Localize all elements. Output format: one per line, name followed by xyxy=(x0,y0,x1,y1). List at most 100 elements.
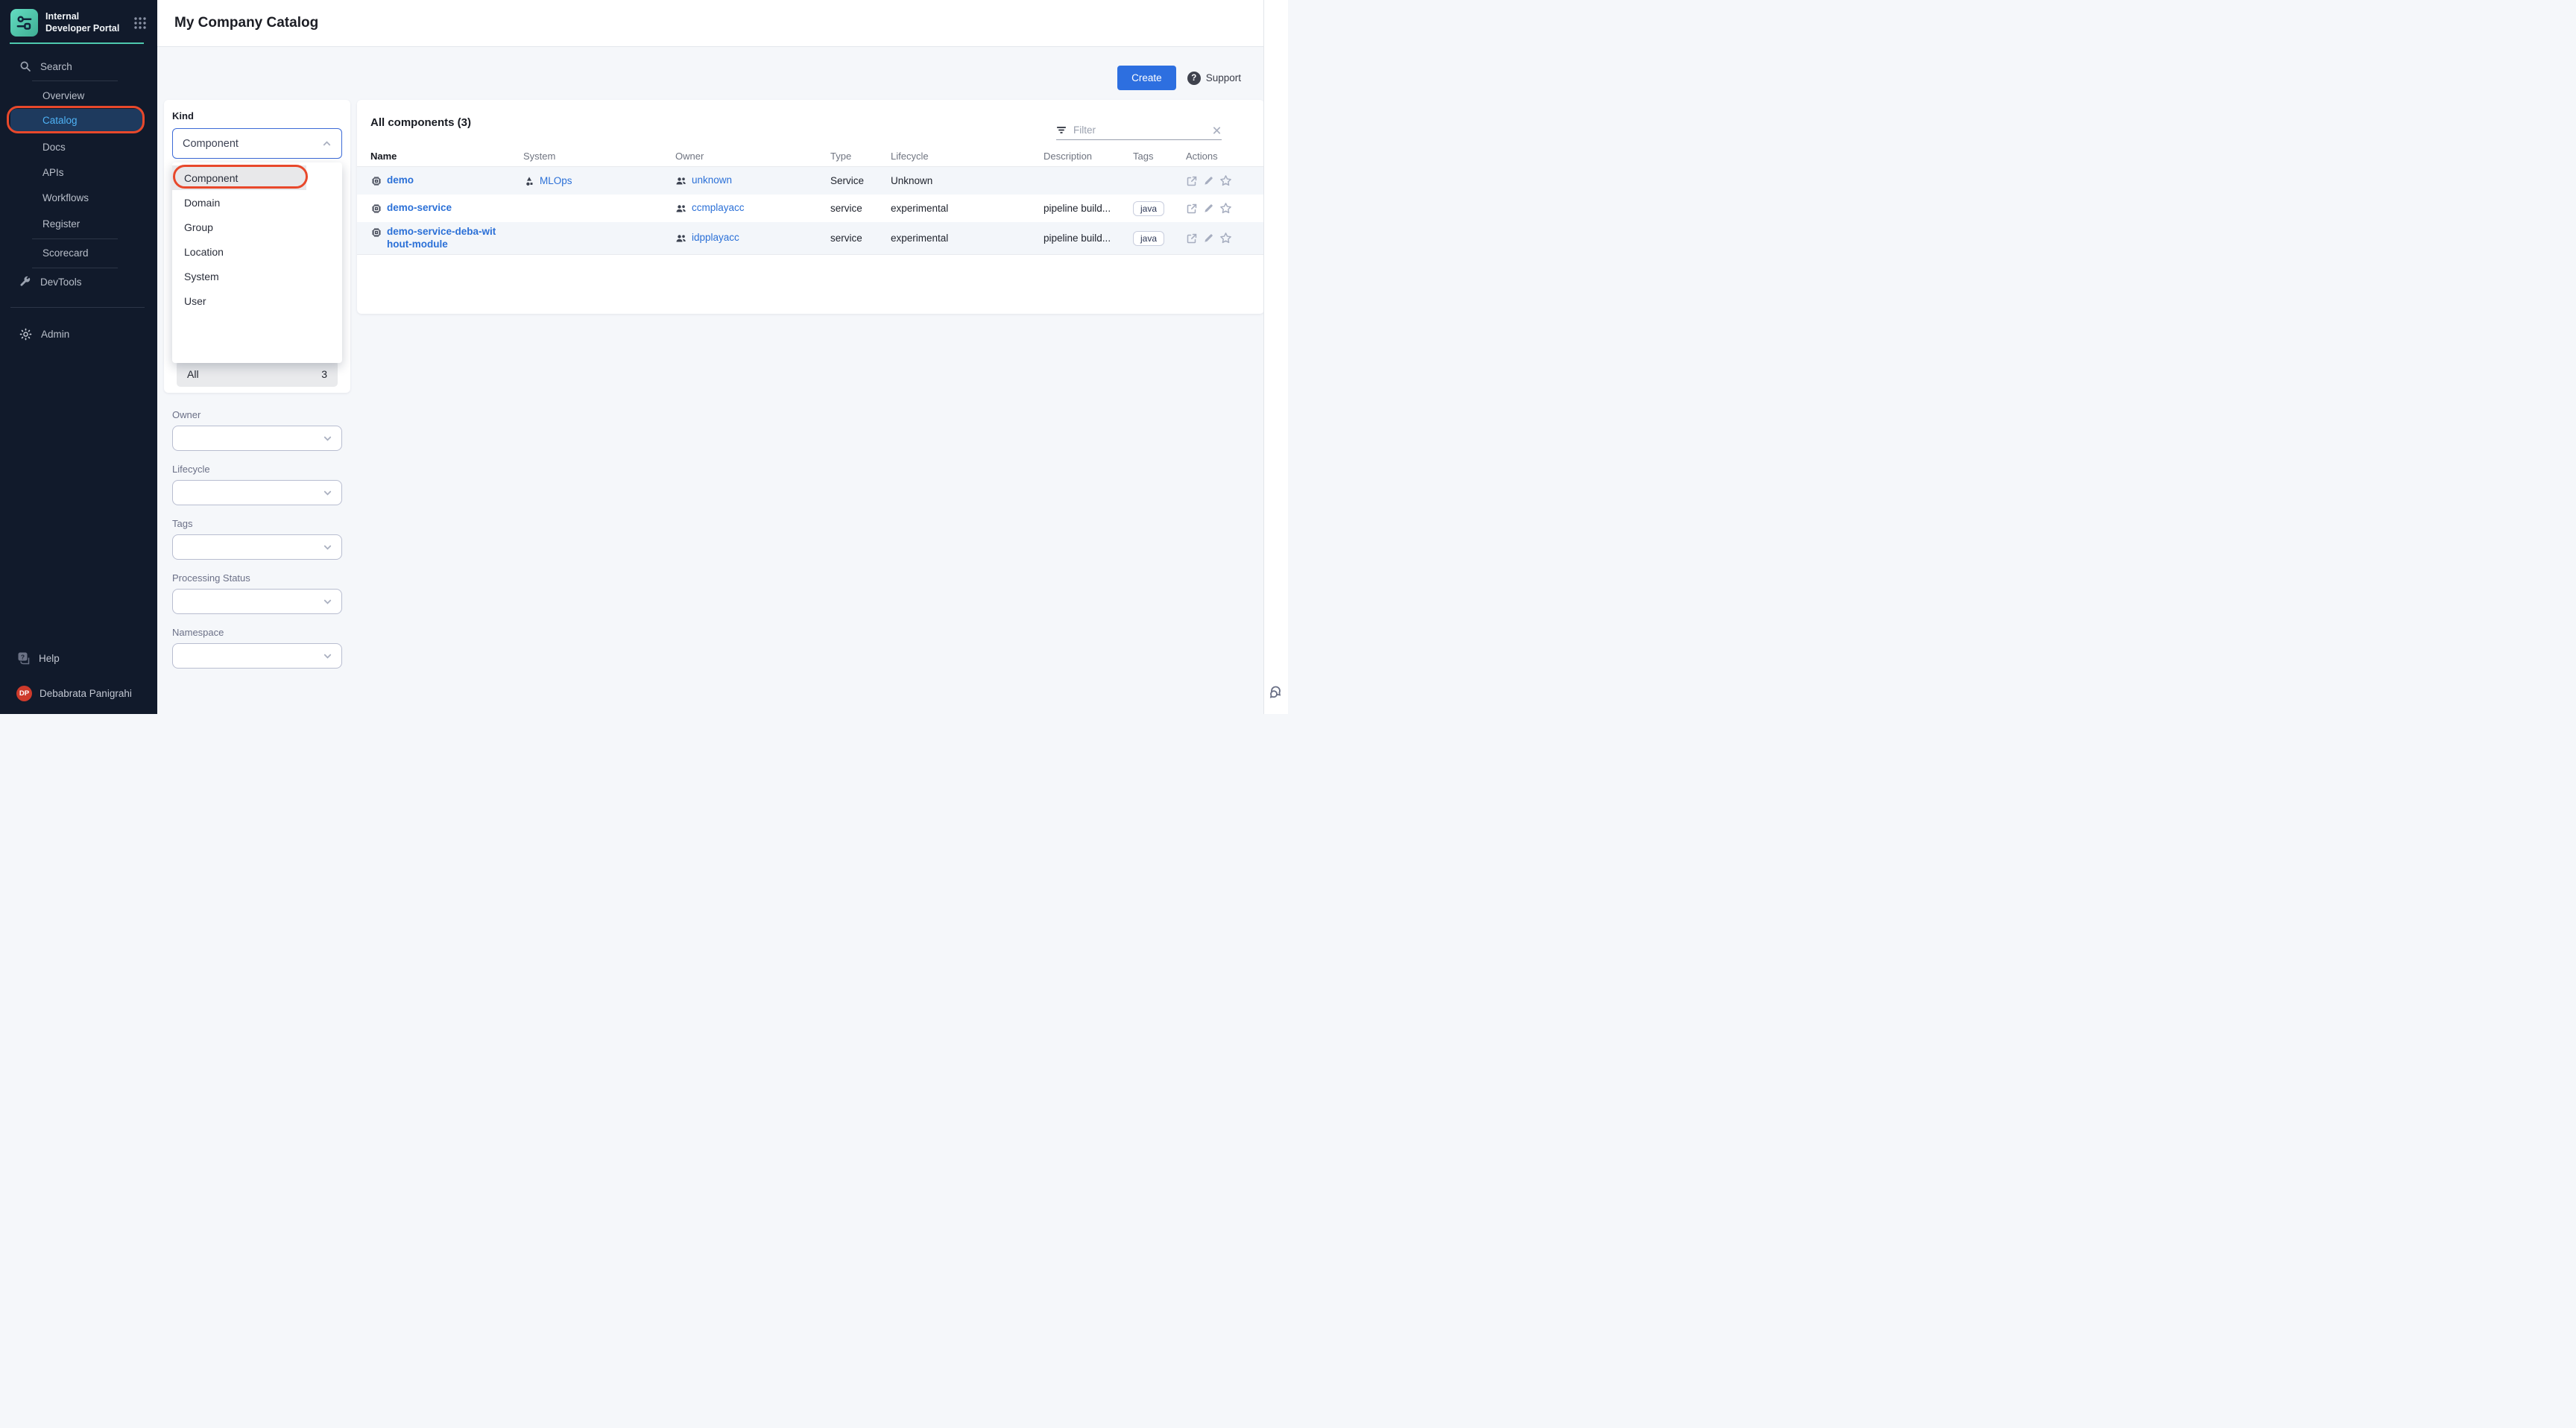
table-row: demo-service ccmplayacc service experime… xyxy=(357,195,1264,222)
user-name: Debabrata Panigrahi xyxy=(40,688,132,699)
chevron-down-icon xyxy=(323,543,332,552)
create-button[interactable]: Create xyxy=(1117,66,1176,90)
column-header-lifecycle[interactable]: Lifecycle xyxy=(891,151,1044,162)
table-row: demo-service-deba-wit hout-module idppla… xyxy=(357,222,1264,255)
star-icon[interactable] xyxy=(1219,202,1232,215)
portal-title: Internal Developer Portal xyxy=(45,11,126,34)
page-title: My Company Catalog xyxy=(174,15,318,31)
table-title: All components (3) xyxy=(370,116,471,129)
cell-lifecycle: experimental xyxy=(891,233,1044,244)
divider xyxy=(10,307,145,308)
column-header-name[interactable]: Name xyxy=(370,151,523,162)
tags-select[interactable] xyxy=(172,534,342,560)
sidebar-item-workflows[interactable]: Workflows xyxy=(10,188,142,207)
sidebar-item-catalog[interactable]: Catalog xyxy=(10,109,142,131)
table-filter xyxy=(1056,121,1222,140)
chevron-down-icon xyxy=(323,651,332,661)
entity-link[interactable]: demo xyxy=(387,174,414,186)
edit-pencil-icon[interactable] xyxy=(1203,233,1214,244)
processing-status-label: Processing Status xyxy=(172,572,342,584)
kind-select[interactable]: Component xyxy=(172,128,342,159)
support-button[interactable]: ? Support xyxy=(1187,72,1241,85)
owner-link[interactable]: idpplayacc xyxy=(692,232,739,243)
open-in-new-icon[interactable] xyxy=(1186,233,1198,244)
column-header-system[interactable]: System xyxy=(523,151,675,162)
kind-option-user[interactable]: User xyxy=(172,288,342,313)
column-header-description[interactable]: Description xyxy=(1044,151,1133,162)
group-icon xyxy=(675,175,687,187)
sidebar-item-scorecard[interactable]: Scorecard xyxy=(10,243,142,262)
star-icon[interactable] xyxy=(1219,174,1232,187)
owner-link[interactable]: ccmplayacc xyxy=(692,202,745,213)
sidebar-item-help[interactable]: ? Help xyxy=(10,651,60,666)
all-count: 3 xyxy=(321,368,327,380)
cell-type: service xyxy=(830,203,891,214)
divider xyxy=(32,238,118,239)
owner-label: Owner xyxy=(172,409,342,420)
kind-option-location[interactable]: Location xyxy=(172,239,342,264)
my-company-all-row[interactable]: All 3 xyxy=(177,361,338,387)
processing-status-select[interactable] xyxy=(172,589,342,614)
namespace-select[interactable] xyxy=(172,643,342,669)
sidebar-item-label: DevTools xyxy=(40,277,82,288)
edit-pencil-icon[interactable] xyxy=(1203,203,1214,214)
sidebar-item-docs[interactable]: Docs xyxy=(10,137,142,157)
open-in-new-icon[interactable] xyxy=(1186,203,1198,215)
tag-chip[interactable]: java xyxy=(1133,231,1164,246)
topbar: My Company Catalog xyxy=(157,0,1263,47)
divider xyxy=(32,80,118,81)
cell-lifecycle: Unknown xyxy=(891,175,1044,186)
tag-chip[interactable]: java xyxy=(1133,201,1164,216)
entity-link[interactable]: demo-service-deba-wit hout-module xyxy=(387,226,506,251)
sidebar-item-devtools[interactable]: DevTools xyxy=(10,272,142,291)
kind-option-component[interactable]: Component xyxy=(172,165,306,190)
components-table-card: All components (3) Name System Owner Typ… xyxy=(357,100,1264,314)
open-in-new-icon[interactable] xyxy=(1186,175,1198,187)
clear-filter-icon[interactable] xyxy=(1212,125,1222,136)
filter-group-tags: Tags xyxy=(172,518,342,560)
group-icon xyxy=(675,233,687,244)
chevron-down-icon xyxy=(323,488,332,498)
svg-text:?: ? xyxy=(21,654,25,661)
column-header-tags[interactable]: Tags xyxy=(1133,151,1186,162)
apps-grid-icon[interactable] xyxy=(133,16,147,30)
star-icon[interactable] xyxy=(1219,232,1232,244)
kind-option-system[interactable]: System xyxy=(172,264,342,288)
owner-link[interactable]: unknown xyxy=(692,174,732,186)
search-icon xyxy=(19,60,31,72)
logo-row[interactable]: Internal Developer Portal xyxy=(10,9,147,37)
column-header-type[interactable]: Type xyxy=(830,151,891,162)
sidebar-item-overview[interactable]: Overview xyxy=(10,86,142,105)
column-header-owner[interactable]: Owner xyxy=(675,151,830,162)
sidebar-item-label: Workflows xyxy=(42,192,89,203)
kind-option-domain[interactable]: Domain xyxy=(172,190,342,215)
actions-row: Create ? Support xyxy=(1117,66,1241,90)
sidebar-accent-divider xyxy=(10,42,144,44)
namespace-label: Namespace xyxy=(172,627,342,638)
edit-pencil-icon[interactable] xyxy=(1203,175,1214,186)
group-icon xyxy=(675,203,687,215)
table-filter-input[interactable] xyxy=(1073,124,1205,136)
sidebar-item-admin[interactable]: Admin xyxy=(10,324,142,344)
component-chip-icon xyxy=(370,227,382,238)
filter-group-lifecycle: Lifecycle xyxy=(172,464,342,505)
kind-label: Kind xyxy=(172,110,194,121)
cell-description: pipeline build... xyxy=(1044,203,1133,214)
avatar: DP xyxy=(16,686,32,701)
entity-link[interactable]: demo-service xyxy=(387,202,452,213)
tags-label: Tags xyxy=(172,518,342,529)
sidebar-item-apis[interactable]: APIs xyxy=(10,162,142,182)
owner-select[interactable] xyxy=(172,426,342,451)
sidebar-item-register[interactable]: Register xyxy=(10,214,142,233)
sidebar-item-label: Register xyxy=(42,218,80,230)
system-link[interactable]: MLOps xyxy=(540,175,572,186)
user-menu[interactable]: DP Debabrata Panigrahi xyxy=(10,686,132,701)
lifecycle-select[interactable] xyxy=(172,480,342,505)
right-rail xyxy=(1263,0,1288,714)
sidebar: Internal Developer Portal Search Overvie… xyxy=(0,0,157,714)
sidebar-item-search[interactable]: Search xyxy=(10,57,142,76)
chat-bubbles-icon[interactable] xyxy=(1268,683,1286,701)
sidebar-item-label: Scorecard xyxy=(42,247,89,259)
gear-icon xyxy=(19,328,32,341)
kind-option-group[interactable]: Group xyxy=(172,215,342,239)
